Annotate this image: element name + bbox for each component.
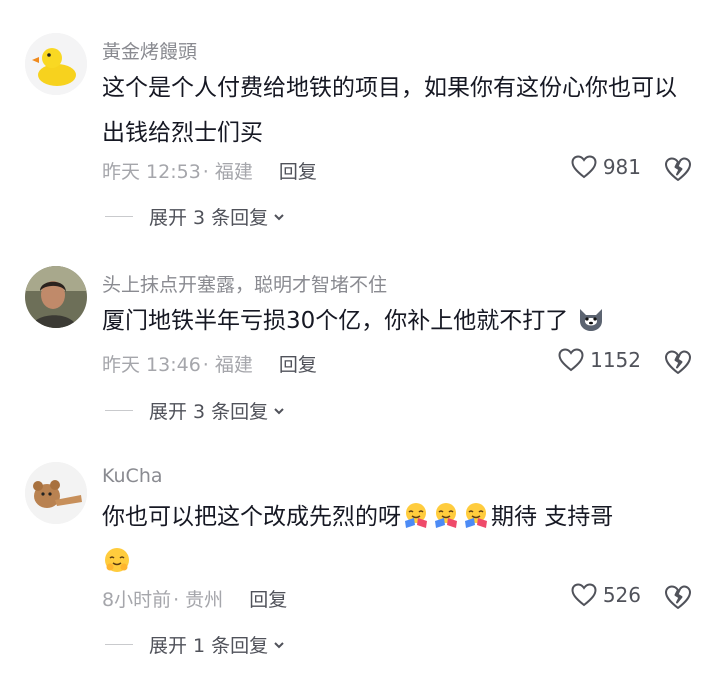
heart-icon	[571, 155, 597, 179]
comment-username[interactable]: 头上抹点开塞露，聪明才智堵不住	[102, 270, 387, 297]
comment-location: · 福建	[202, 354, 253, 376]
comment-meta: 昨天 13:46 · 福建 回复	[102, 350, 317, 377]
comment-location: · 福建	[202, 161, 253, 183]
comment-time: 8小时前	[102, 589, 172, 611]
hugging-face-emoji-icon	[465, 503, 487, 528]
like-count: 526	[602, 583, 641, 607]
hugging-face-emoji-icon	[405, 503, 427, 528]
expand-replies-button[interactable]: 展开 3 条回复	[105, 397, 286, 424]
duck-avatar-icon	[25, 33, 87, 95]
like-button[interactable]: 981	[571, 155, 641, 179]
chevron-down-icon	[274, 407, 284, 414]
hugging-face-emoji-icon	[435, 503, 457, 528]
reply-button[interactable]: 回复	[279, 157, 317, 184]
avatar[interactable]	[25, 462, 87, 524]
comment-username[interactable]: KuCha	[102, 465, 163, 487]
comment-location: · 贵州	[173, 589, 224, 611]
comment-time: 昨天 13:46	[102, 354, 201, 376]
avatar[interactable]	[25, 266, 87, 328]
comment-text: 你也可以把这个改成先烈的呀 期待 支持哥	[102, 495, 692, 585]
comment-username[interactable]: 黃金烤饅頭	[102, 37, 197, 64]
comment-text-body: 厦门地铁半年亏损30个亿，你补上他就不打了	[102, 308, 569, 334]
like-button[interactable]: 1152	[558, 348, 641, 372]
avatar[interactable]	[25, 33, 87, 95]
expand-replies-button[interactable]: 展开 1 条回复	[105, 631, 286, 658]
broken-heart-icon[interactable]	[664, 348, 692, 376]
expand-replies-label: 展开 3 条回复	[149, 401, 269, 423]
husky-dog-emoji-icon	[579, 309, 602, 331]
expand-replies-label: 展开 3 条回复	[149, 207, 269, 229]
broken-heart-icon[interactable]	[664, 583, 692, 611]
expand-replies-button[interactable]: 展开 3 条回复	[105, 203, 286, 230]
comment-meta: 昨天 12:53 · 福建 回复	[102, 157, 317, 184]
comment-text: 厦门地铁半年亏损30个亿，你补上他就不打了	[102, 299, 692, 344]
chevron-down-icon	[274, 213, 284, 220]
comment-text-suffix: 期待 支持哥	[491, 504, 614, 530]
comment-text-body: 你也可以把这个改成先烈的呀	[102, 504, 401, 530]
like-button[interactable]: 526	[571, 583, 641, 607]
reply-button[interactable]: 回复	[249, 585, 287, 612]
like-count: 1152	[590, 348, 641, 372]
reply-button[interactable]: 回复	[279, 350, 317, 377]
bear-toy-avatar-icon	[25, 462, 87, 524]
expand-replies-label: 展开 1 条回复	[149, 635, 269, 657]
comment-time: 昨天 12:53	[102, 161, 201, 183]
comment-meta: 8小时前 · 贵州 回复	[102, 585, 287, 612]
chevron-down-icon	[274, 641, 284, 648]
divider-dash	[105, 644, 133, 645]
comment-text: 这个是个人付费给地铁的项目，如果你有这份心你也可以出钱给烈士们买	[102, 75, 677, 146]
divider-dash	[105, 410, 133, 411]
heart-icon	[558, 348, 584, 372]
hugging-face-emoji-icon	[105, 548, 129, 572]
divider-dash	[105, 216, 133, 217]
heart-icon	[571, 583, 597, 607]
man-photo-avatar-icon	[25, 266, 87, 328]
like-count: 981	[602, 155, 641, 179]
broken-heart-icon[interactable]	[664, 155, 692, 183]
